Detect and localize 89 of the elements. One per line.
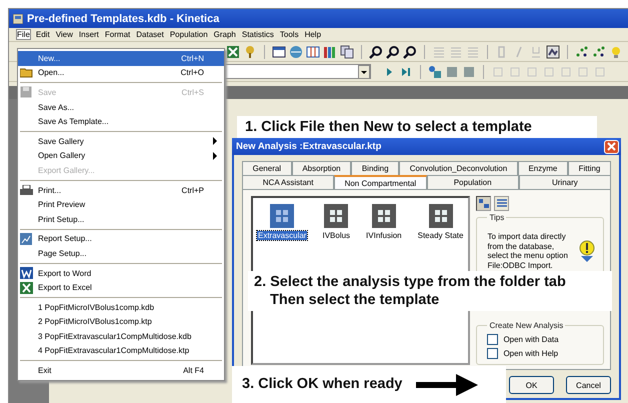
dropdown-field[interactable] [223,64,371,79]
menu-item[interactable]: Save As Template... [18,114,224,129]
menu-item[interactable]: 4 PopFitExtravascular1CompMultidose.ktp [18,344,224,358]
menu-item[interactable]: New... Ctrl+N [18,51,224,66]
menu-item[interactable]: 2 PopFitMicroIVBolus1comp.ktp [18,314,224,330]
tab[interactable]: Enzyme [518,161,568,175]
callout-text: 2. Select the analysis type from the folder tab [254,273,567,292]
menu-item[interactable]: Dataset [136,30,164,39]
shape-icon[interactable] [445,64,459,78]
list-icon [496,198,507,208]
list-view-button[interactable] [494,196,510,211]
menu-item[interactable]: Statistics [242,30,274,39]
zoom-icon[interactable] [369,44,383,58]
menu-item[interactable]: Edit [36,30,50,39]
tab[interactable]: NCA Assistant [242,175,334,189]
checkbox-label: Open with Data [503,334,559,344]
callout-text: Then select the template [269,291,440,310]
window-icon[interactable] [272,44,286,58]
books-icon[interactable] [323,44,337,58]
app-icon [13,14,23,24]
menu-item[interactable]: Format [104,30,130,39]
group-title: Create New Analysis [488,321,564,330]
menu-item[interactable]: Export to Word [18,266,224,280]
template-icon[interactable] [270,204,294,228]
menu-item[interactable]: Export to Excel [18,280,224,295]
template-label[interactable]: Extravascular [257,231,308,240]
menu-item[interactable]: Population [170,30,208,39]
checkbox[interactable] [487,334,498,344]
checkbox[interactable] [487,348,498,358]
template-label[interactable]: Steady State [416,231,464,240]
template-label[interactable]: IVInfusion [365,231,403,240]
window-title: Pre-defined Templates.kdb - Kinetica [27,12,220,24]
menu-item[interactable]: Graph [214,30,236,39]
chart-icon [20,232,32,245]
tab[interactable]: Absorption [292,161,352,175]
menu-item[interactable]: Help [304,30,322,39]
menu-item[interactable]: Tools [280,30,299,39]
menu-item[interactable]: Open Gallery [18,148,224,164]
menu-item[interactable]: Page Setup... [18,246,224,261]
caret-icon [358,65,370,79]
excel-icon[interactable] [226,44,240,58]
tab[interactable]: Fitting [568,161,612,175]
tip-text: To import data directly from the database, select the menu option File:ODBC Import. [487,232,569,270]
dots-icon[interactable] [575,44,589,58]
group-title: Tips [488,213,506,222]
tab[interactable]: Non Compartmental [334,175,426,189]
table-icon[interactable] [306,44,320,58]
tab[interactable]: Population [426,175,519,189]
callout-text: 1. Click File then New to select a template [245,118,533,136]
dialog-title: New Analysis :Extravascular.ktp [236,141,382,152]
menu-item[interactable]: 3 PopFitExtravascular1CompMultidose.kdb [18,329,224,344]
menu-item[interactable]: Save As... [18,100,224,114]
arrow-icon [416,374,478,396]
tab[interactable]: Urinary [518,175,611,189]
callout-text: 3. Click OK when ready [242,375,402,394]
menu-item[interactable]: Open... Ctrl+O [18,66,224,80]
tab[interactable]: Binding [351,161,400,175]
menu-item[interactable]: File [17,30,30,39]
menu-item[interactable]: Save Gallery [18,134,224,149]
menu-item[interactable]: Exit Alt F4 [18,363,224,378]
template-icon[interactable] [428,204,453,228]
dots-icon[interactable] [592,44,606,58]
menu-item[interactable]: Print... Ctrl+P [18,182,224,198]
ok-button[interactable]: OK [509,376,554,394]
zoom-icon[interactable] [386,44,400,58]
template-icon[interactable] [324,204,348,228]
copy-icon[interactable] [340,44,354,58]
close-icon [607,142,616,151]
close-button[interactable] [604,140,619,154]
zoom-icon[interactable] [403,44,417,58]
large-icons-button[interactable] [476,196,492,211]
tab[interactable]: General [242,161,292,175]
cancel-button[interactable]: Cancel [566,376,611,394]
menu-item[interactable]: Print Setup... [18,212,224,227]
shape-icon[interactable] [428,64,442,78]
menu-item[interactable]: 1 PopFitMicroIVBolus1comp.kdb [18,300,224,314]
menu-item[interactable]: View [56,30,73,39]
large-icons-icon [478,198,489,208]
menu-item[interactable]: Report Setup... [18,232,224,246]
excel-icon [20,282,33,294]
checkbox-label: Open with Help [503,348,558,358]
template-label[interactable]: IVBolus [321,231,352,240]
menu-item[interactable]: Insert [78,30,99,39]
word-icon [20,267,33,280]
menu-item[interactable]: Print Preview [18,197,224,212]
shape-icon[interactable] [462,64,476,78]
printer-icon [20,184,33,196]
tab[interactable]: Convolution_Deconvolution [399,161,518,175]
template-icon[interactable] [372,204,396,228]
